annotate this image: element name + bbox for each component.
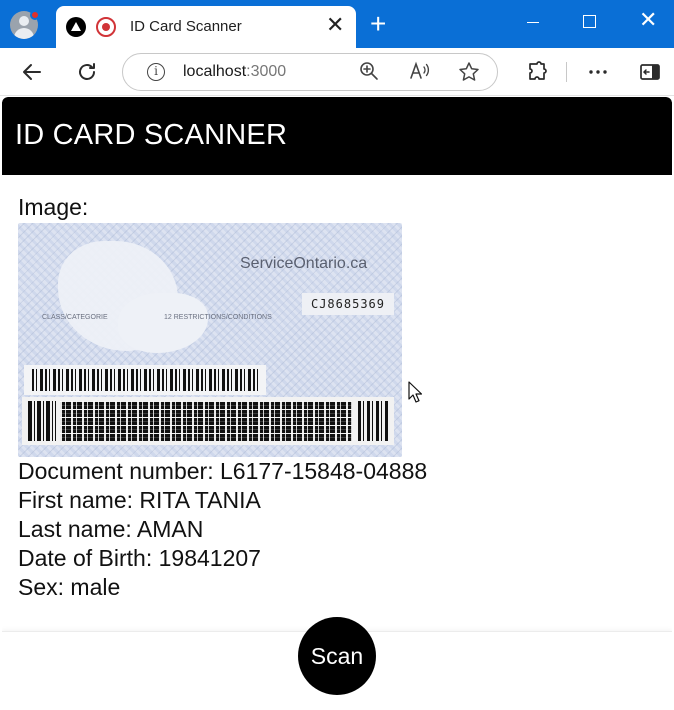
address-bar[interactable]: i localhost:3000 bbox=[122, 53, 498, 91]
id-card-image: ServiceOntario.ca CLASS/CATEGORIE 12 RES… bbox=[18, 223, 402, 457]
extensions-icon[interactable] bbox=[525, 60, 549, 89]
page-title: ID CARD SCANNER bbox=[15, 119, 288, 151]
tab-title: ID Card Scanner bbox=[130, 18, 242, 35]
address-text: localhost:3000 bbox=[183, 63, 287, 80]
zoom-icon[interactable] bbox=[359, 61, 379, 87]
card-brand-text: ServiceOntario.ca bbox=[240, 255, 368, 272]
back-arrow-icon[interactable] bbox=[20, 60, 44, 89]
window-minimize-button[interactable] bbox=[527, 22, 539, 23]
app-logo-icon bbox=[66, 17, 86, 37]
card-restrictions-text: 12 RESTRICTIONS/CONDITIONS bbox=[164, 314, 272, 321]
notification-dot bbox=[30, 10, 40, 20]
web-page: ID CARD SCANNER Image: ServiceOntario.ca… bbox=[2, 97, 672, 710]
sidebar-icon[interactable] bbox=[638, 60, 662, 89]
refresh-icon[interactable] bbox=[75, 60, 99, 89]
field-date-of-birth: Date of Birth: 19841207 bbox=[18, 545, 261, 571]
pdf417-barcode bbox=[22, 397, 394, 445]
field-last-name: Last name: AMAN bbox=[18, 516, 204, 542]
browser-tab[interactable]: ID Card Scanner ✕ bbox=[56, 6, 356, 48]
card-number: CJ8685369 bbox=[302, 293, 394, 315]
browser-toolbar: i localhost:3000 bbox=[0, 48, 674, 96]
read-aloud-icon[interactable] bbox=[409, 61, 431, 87]
scan-result: Image: ServiceOntario.ca CLASS/CATEGORIE… bbox=[18, 193, 658, 602]
info-icon[interactable]: i bbox=[147, 63, 165, 81]
toolbar-separator bbox=[566, 62, 567, 82]
recording-icon bbox=[96, 17, 116, 37]
image-label: Image: bbox=[18, 194, 89, 220]
card-class-text: CLASS/CATEGORIE bbox=[42, 314, 108, 321]
new-tab-button[interactable]: + bbox=[370, 10, 386, 38]
app-header: ID CARD SCANNER bbox=[2, 97, 672, 175]
favorite-star-icon[interactable] bbox=[458, 61, 480, 89]
more-icon[interactable] bbox=[586, 60, 610, 89]
browser-titlebar: ID Card Scanner ✕ + ✕ bbox=[0, 0, 674, 48]
window-maximize-button[interactable] bbox=[583, 15, 596, 28]
field-first-name: First name: RITA TANIA bbox=[18, 487, 261, 513]
window-close-button[interactable]: ✕ bbox=[639, 9, 657, 31]
linear-barcode bbox=[24, 365, 266, 395]
field-sex: Sex: male bbox=[18, 574, 121, 600]
scan-button[interactable]: Scan bbox=[298, 617, 376, 695]
field-document-number: Document number: L6177-15848-04888 bbox=[18, 458, 428, 484]
tab-close-icon[interactable]: ✕ bbox=[326, 14, 344, 36]
